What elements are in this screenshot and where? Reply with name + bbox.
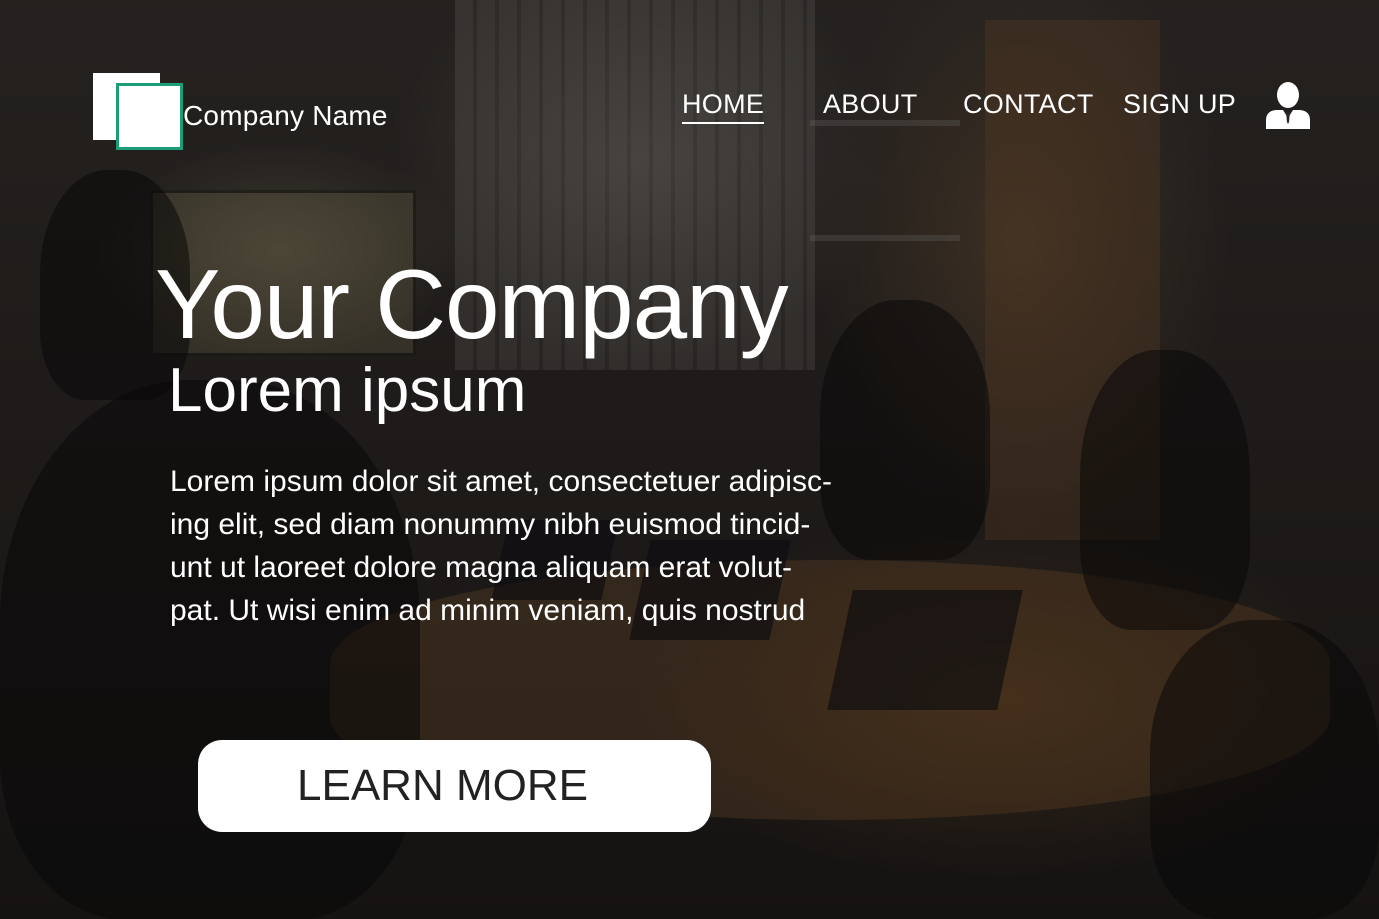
logo-square-front — [116, 83, 183, 150]
learn-more-button[interactable]: LEARN MORE — [198, 740, 711, 832]
logo-squares-icon[interactable] — [93, 73, 188, 155]
nav-contact[interactable]: CONTACT — [963, 89, 1094, 120]
hero-description-line: Lorem ipsum dolor sit amet, consectetuer… — [170, 465, 832, 498]
nav-about[interactable]: ABOUT — [823, 89, 918, 120]
nav-sign-up[interactable]: SIGN UP — [1123, 89, 1236, 120]
hero-subtitle: Lorem ipsum — [168, 356, 527, 425]
hero-description-line: ing elit, sed diam nonummy nibh euismod … — [170, 508, 811, 541]
hero-description-line: pat. Ut wisi enim ad minim veniam, quis … — [170, 594, 806, 627]
nav-home[interactable]: HOME — [682, 89, 765, 124]
hero-description-line: unt ut laoreet dolore magna aliquam erat… — [170, 551, 793, 584]
user-icon[interactable] — [1265, 82, 1311, 130]
hero-title: Your Company — [155, 249, 789, 359]
hero-description: Lorem ipsum dolor sit amet, consectetuer… — [170, 460, 930, 632]
company-name: Company Name — [183, 100, 388, 131]
